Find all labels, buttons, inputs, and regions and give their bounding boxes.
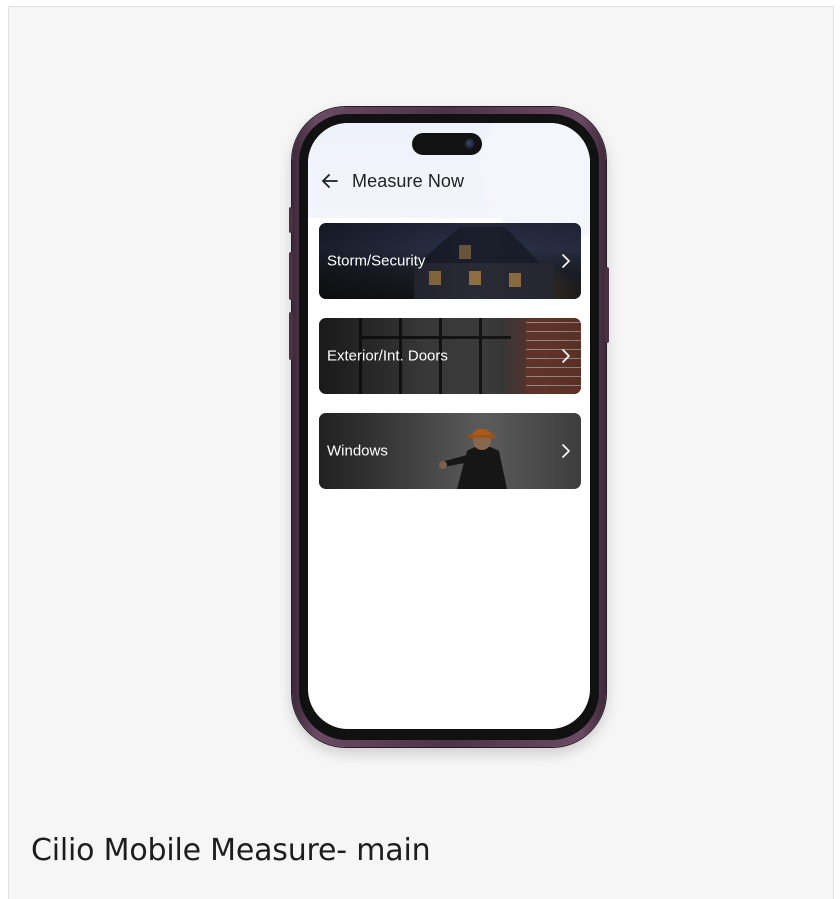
phone-side-button xyxy=(289,312,293,360)
phone-bezel: Measure Now Storm/Security Exterior/Int.… xyxy=(299,114,599,740)
phone-screen: Measure Now Storm/Security Exterior/Int.… xyxy=(308,123,590,729)
category-list: Storm/Security Exterior/Int. Doors Windo… xyxy=(319,223,581,508)
phone-side-button xyxy=(289,252,293,300)
item-label: Exterior/Int. Doors xyxy=(327,347,448,365)
phone-side-button xyxy=(605,267,609,343)
caption: Cilio Mobile Measure- main xyxy=(31,833,431,868)
chevron-right-icon xyxy=(562,254,570,268)
phone-side-button xyxy=(289,207,293,233)
exterior-int-doors-item[interactable]: Exterior/Int. Doors xyxy=(319,318,581,394)
back-arrow-icon[interactable] xyxy=(318,169,342,193)
item-label: Windows xyxy=(327,442,388,460)
preview-card: Measure Now Storm/Security Exterior/Int.… xyxy=(8,6,834,899)
chevron-right-icon xyxy=(562,349,570,363)
windows-item[interactable]: Windows xyxy=(319,413,581,489)
storm-security-item[interactable]: Storm/Security xyxy=(319,223,581,299)
phone-mockup: Measure Now Storm/Security Exterior/Int.… xyxy=(289,107,609,747)
item-label: Storm/Security xyxy=(327,252,426,270)
chevron-right-icon xyxy=(562,444,570,458)
app-header: Measure Now xyxy=(308,163,590,199)
page-title: Measure Now xyxy=(352,170,465,191)
camera-icon xyxy=(465,139,475,149)
dynamic-island xyxy=(412,133,482,155)
